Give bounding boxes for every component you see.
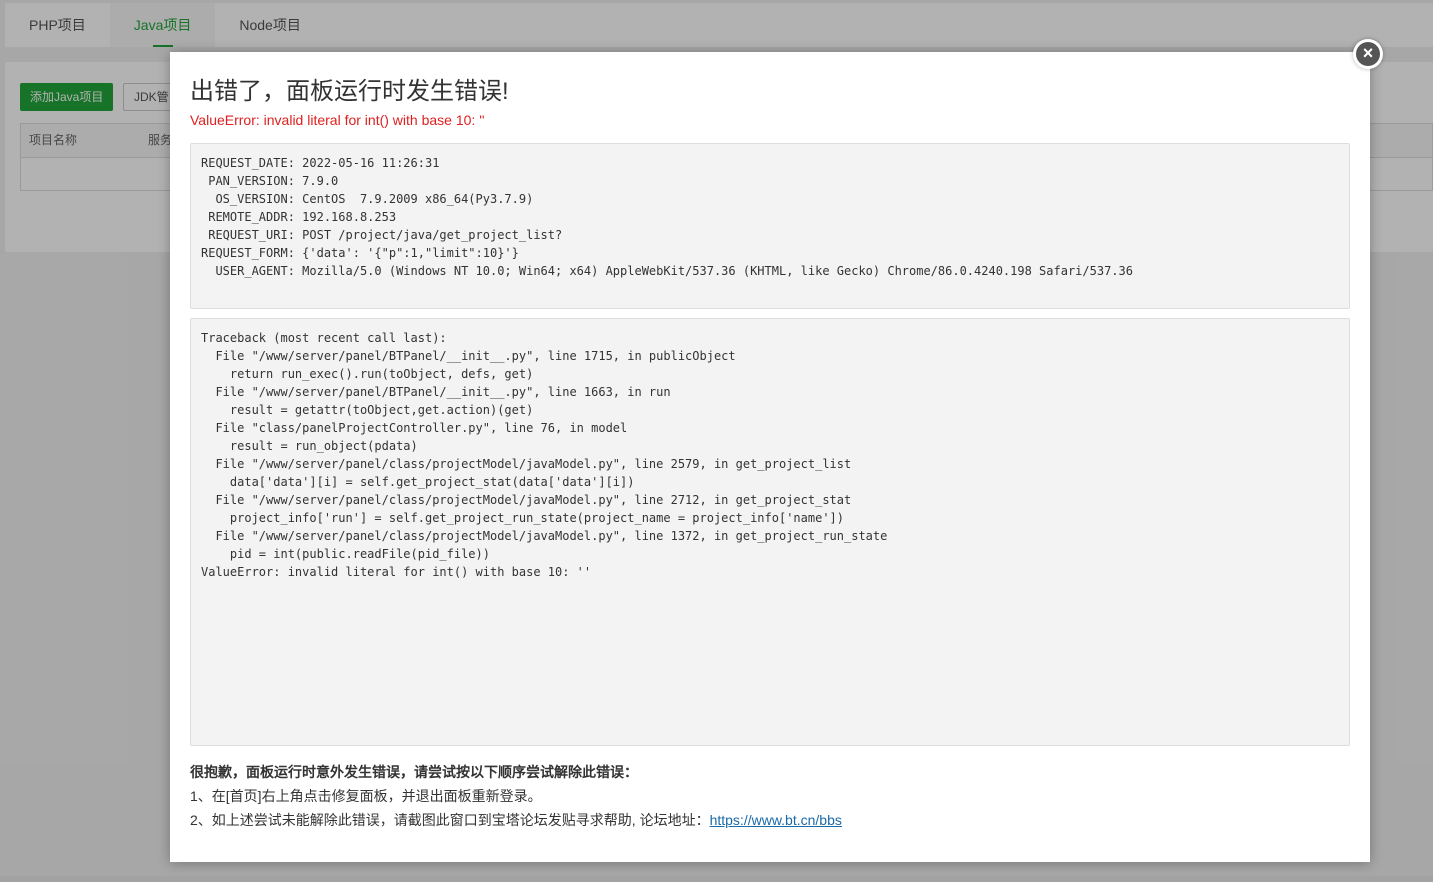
traceback-line: result = getattr(toObject,get.action)(ge…: [201, 403, 534, 417]
help-step-1: 1、在[首页]右上角点击修复面板，并退出面板重新登录。: [190, 788, 542, 804]
request-line: OS_VERSION: CentOS 7.9.2009 x86_64(Py3.7…: [201, 192, 534, 206]
traceback-line: return run_exec().run(toObject, defs, ge…: [201, 367, 534, 381]
error-message: ValueError: invalid literal for int() wi…: [190, 112, 485, 128]
traceback-line: File "/www/server/panel/class/projectMod…: [201, 493, 852, 507]
traceback-line: ValueError: invalid literal for int() wi…: [201, 565, 592, 579]
traceback-line: pid = int(public.readFile(pid_file)): [201, 547, 490, 561]
help-title: 很抱歉，面板运行时意外发生错误，请尝试按以下顺序尝试解除此错误：: [190, 764, 638, 780]
error-dialog: 出错了，面板运行时发生错误! ValueError: invalid liter…: [170, 52, 1370, 862]
traceback-line: File "/www/server/panel/class/projectMod…: [201, 457, 852, 471]
request-line: REQUEST_DATE: 2022-05-16 11:26:31: [201, 156, 440, 170]
close-button[interactable]: ×: [1353, 39, 1383, 69]
request-line: REMOTE_ADDR: 192.168.8.253: [201, 210, 397, 224]
request-line: REQUEST_FORM: {'data': '{"p":1,"limit":1…: [201, 246, 519, 260]
traceback-line: project_info['run'] = self.get_project_r…: [201, 511, 844, 525]
close-icon[interactable]: ×: [1356, 42, 1380, 66]
request-line: REQUEST_URI: POST /project/java/get_proj…: [201, 228, 563, 242]
request-line: PAN_VERSION: 7.9.0: [201, 174, 339, 188]
traceback-line: File "/www/server/panel/BTPanel/__init__…: [201, 349, 736, 363]
forum-link[interactable]: https://www.bt.cn/bbs: [710, 812, 842, 828]
traceback-line: result = run_object(pdata): [201, 439, 418, 453]
request-info-box: REQUEST_DATE: 2022-05-16 11:26:31 PAN_VE…: [190, 143, 1350, 309]
error-title: 出错了，面板运行时发生错误!: [190, 78, 509, 105]
help-step-2: 2、如上述尝试未能解除此错误，请截图此窗口到宝塔论坛发贴寻求帮助, 论坛地址：h…: [190, 808, 842, 832]
traceback-line: File "/www/server/panel/BTPanel/__init__…: [201, 385, 671, 399]
traceback-line: Traceback (most recent call last):: [201, 331, 447, 345]
help-step-2-text: 2、如上述尝试未能解除此错误，请截图此窗口到宝塔论坛发贴寻求帮助, 论坛地址：: [190, 812, 710, 828]
traceback-line: File "class/panelProjectController.py", …: [201, 421, 628, 435]
help-section: 很抱歉，面板运行时意外发生错误，请尝试按以下顺序尝试解除此错误： 1、在[首页]…: [190, 760, 842, 832]
traceback-box: Traceback (most recent call last): File …: [190, 318, 1350, 746]
request-line: USER_AGENT: Mozilla/5.0 (Windows NT 10.0…: [201, 264, 1133, 278]
traceback-line: data['data'][i] = self.get_project_stat(…: [201, 475, 635, 489]
traceback-line: File "/www/server/panel/class/projectMod…: [201, 529, 888, 543]
